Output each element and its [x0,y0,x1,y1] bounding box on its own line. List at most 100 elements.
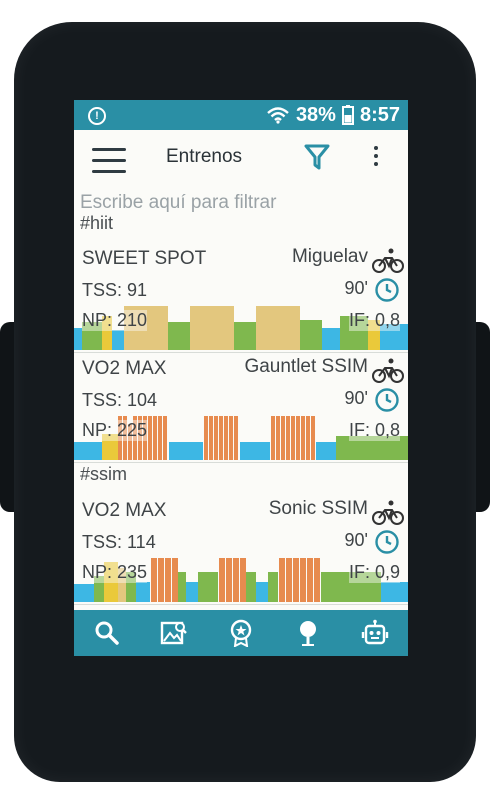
profile-bar [163,416,167,460]
profile-bar [307,558,313,602]
profile-bar [279,558,285,602]
robot-icon[interactable] [355,613,395,653]
profile-bar [316,442,336,460]
profile-bar [291,416,295,460]
profile-bar [74,584,94,602]
medal-icon[interactable] [221,613,261,653]
profile-bar [256,306,300,350]
duration-value: 90' [344,388,368,408]
profile-bar [314,558,320,602]
profile-bar [178,572,186,602]
profile-bar [224,416,228,460]
tss-value: TSS: 91 [82,280,148,300]
workout-card[interactable]: VO2 MAX Sonic SSIM TSS: 114 90' NP: 235 … [74,496,408,605]
profile-bar [168,322,190,350]
bottom-navigation [74,610,408,656]
profile-bar [276,416,280,460]
profile-bar [234,322,256,350]
profile-bar [293,558,299,602]
page-title: Entrenos [166,146,243,167]
workout-author: Gauntlet SSIM [244,356,368,377]
profile-bar [209,416,213,460]
profile-bar [190,306,234,350]
bike-icon [372,356,404,388]
profile-bar [169,442,203,460]
tag-label: #ssim [80,464,128,484]
search-icon[interactable] [87,613,127,653]
profile-bar [233,558,239,602]
workout-name: SWEET SPOT [82,248,207,269]
wifi-icon [266,106,290,124]
workout-card[interactable]: SWEET SPOT Miguelav TSS: 91 90' NP: 210 [74,244,408,353]
clock-time: 8:57 [359,103,400,126]
profile-bar [281,416,285,460]
profile-bar [229,416,233,460]
tss-value: TSS: 104 [82,390,158,410]
np-value: NP: 210 [82,310,148,331]
map-pin-icon[interactable] [288,613,328,653]
profile-bar [226,558,232,602]
workout-card[interactable]: VO2 MAX Gauntlet SSIM TSS: 104 90' NP: 2… [74,354,408,463]
filter-input[interactable]: Escribe aquí para filtrar [80,192,276,214]
profile-bar [240,558,246,602]
alert-icon: ! [88,107,106,125]
app-bar: Entrenos [74,130,408,186]
profile-bar [158,558,164,602]
profile-bar [172,558,178,602]
profile-bar [234,416,238,460]
bike-icon [372,246,404,278]
profile-bar [151,558,157,602]
battery-percent: 38% [295,103,336,126]
clock-icon [374,387,400,417]
workout-author: Sonic SSIM [268,498,368,519]
profile-bar [300,320,322,350]
np-value: NP: 225 [82,420,148,441]
tss-value: TSS: 114 [82,532,156,552]
battery-icon [341,105,354,125]
profile-bar [158,416,162,460]
profile-bar [136,582,150,602]
profile-bar [148,416,152,460]
profile-bar [204,416,208,460]
image-search-icon[interactable] [154,613,194,653]
profile-bar [219,416,223,460]
profile-bar [311,416,315,460]
profile-bar [256,582,268,602]
duration-value: 90' [344,530,368,550]
if-value: IF: 0,8 [348,310,400,331]
clock-icon [374,529,400,559]
if-value: IF: 0,8 [348,420,400,441]
profile-bar [153,416,157,460]
profile-bar [74,328,82,350]
profile-bar [300,558,306,602]
menu-icon[interactable] [92,148,126,181]
profile-bar [240,442,270,460]
profile-bar [271,416,275,460]
status-bar: ! 38% 8:57 [74,100,408,130]
profile-bar [301,416,305,460]
device-screen: ! 38% 8:57 Entrenos Escribe aquí para fi… [74,100,408,656]
status-right: 38% 8:57 [266,104,408,127]
profile-bar [186,582,198,602]
profile-bar [74,442,102,460]
profile-bar [322,328,340,350]
workout-name: VO2 MAX [82,500,167,521]
profile-bar [198,572,218,602]
profile-bar [246,572,256,602]
bike-icon [372,498,404,530]
profile-bar [165,558,171,602]
tag-label: #hiit [80,213,114,233]
profile-bar [214,416,218,460]
workout-author: Miguelav [291,246,368,267]
filter-icon[interactable] [304,143,330,175]
profile-bar [219,558,225,602]
workout-name: VO2 MAX [82,358,167,379]
more-options-icon[interactable] [374,146,380,170]
np-value: NP: 235 [82,562,148,583]
if-value: IF: 0,9 [348,562,400,583]
duration-value: 90' [344,278,368,298]
profile-bar [306,416,310,460]
profile-bar [286,558,292,602]
profile-bar [268,572,278,602]
profile-bar [286,416,290,460]
